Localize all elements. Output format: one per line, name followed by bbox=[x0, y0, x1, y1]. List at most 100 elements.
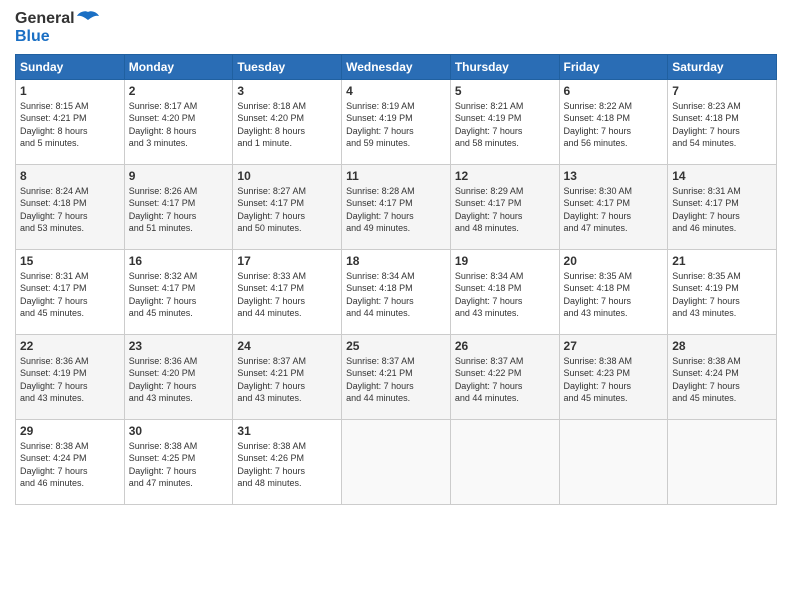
cell-content: Sunrise: 8:36 AMSunset: 4:19 PMDaylight:… bbox=[20, 355, 120, 405]
cell-content: Sunrise: 8:30 AMSunset: 4:17 PMDaylight:… bbox=[564, 185, 664, 235]
cell-content: Sunrise: 8:19 AMSunset: 4:19 PMDaylight:… bbox=[346, 100, 446, 150]
cell-content: Sunrise: 8:22 AMSunset: 4:18 PMDaylight:… bbox=[564, 100, 664, 150]
day-number: 13 bbox=[564, 169, 664, 183]
day-number: 21 bbox=[672, 254, 772, 268]
calendar-cell: 18 Sunrise: 8:34 AMSunset: 4:18 PMDayligh… bbox=[342, 249, 451, 334]
cell-content: Sunrise: 8:28 AMSunset: 4:17 PMDaylight:… bbox=[346, 185, 446, 235]
day-number: 9 bbox=[129, 169, 229, 183]
day-number: 14 bbox=[672, 169, 772, 183]
day-number: 15 bbox=[20, 254, 120, 268]
day-number: 23 bbox=[129, 339, 229, 353]
cell-content: Sunrise: 8:38 AMSunset: 4:25 PMDaylight:… bbox=[129, 440, 229, 490]
day-number: 8 bbox=[20, 169, 120, 183]
cell-content: Sunrise: 8:35 AMSunset: 4:19 PMDaylight:… bbox=[672, 270, 772, 320]
logo: General Blue bbox=[15, 10, 99, 46]
calendar-cell: 29 Sunrise: 8:38 AMSunset: 4:24 PMDayligh… bbox=[16, 419, 125, 504]
calendar-cell: 20 Sunrise: 8:35 AMSunset: 4:18 PMDayligh… bbox=[559, 249, 668, 334]
cell-content: Sunrise: 8:31 AMSunset: 4:17 PMDaylight:… bbox=[20, 270, 120, 320]
calendar-cell: 21 Sunrise: 8:35 AMSunset: 4:19 PMDayligh… bbox=[668, 249, 777, 334]
day-number: 30 bbox=[129, 424, 229, 438]
calendar-cell: 26Sunrise: 8:37 AMSunset: 4:22 PMDayligh… bbox=[450, 334, 559, 419]
column-header-sunday: Sunday bbox=[16, 54, 125, 79]
day-number: 22 bbox=[20, 339, 120, 353]
logo-general: General bbox=[15, 10, 75, 28]
day-number: 3 bbox=[237, 84, 337, 98]
day-number: 10 bbox=[237, 169, 337, 183]
calendar-cell: 5 Sunrise: 8:21 AMSunset: 4:19 PMDaylight… bbox=[450, 79, 559, 164]
calendar-cell: 9 Sunrise: 8:26 AMSunset: 4:17 PMDaylight… bbox=[124, 164, 233, 249]
day-number: 19 bbox=[455, 254, 555, 268]
day-number: 25 bbox=[346, 339, 446, 353]
week-row-2: 8 Sunrise: 8:24 AMSunset: 4:18 PMDaylight… bbox=[16, 164, 777, 249]
column-header-monday: Monday bbox=[124, 54, 233, 79]
day-number: 4 bbox=[346, 84, 446, 98]
header-row: SundayMondayTuesdayWednesdayThursdayFrid… bbox=[16, 54, 777, 79]
day-number: 29 bbox=[20, 424, 120, 438]
cell-content: Sunrise: 8:31 AMSunset: 4:17 PMDaylight:… bbox=[672, 185, 772, 235]
day-number: 20 bbox=[564, 254, 664, 268]
cell-content: Sunrise: 8:17 AMSunset: 4:20 PMDaylight:… bbox=[129, 100, 229, 150]
day-number: 1 bbox=[20, 84, 120, 98]
column-header-thursday: Thursday bbox=[450, 54, 559, 79]
day-number: 11 bbox=[346, 169, 446, 183]
day-number: 18 bbox=[346, 254, 446, 268]
calendar-cell: 30 Sunrise: 8:38 AMSunset: 4:25 PMDayligh… bbox=[124, 419, 233, 504]
day-number: 7 bbox=[672, 84, 772, 98]
week-row-5: 29 Sunrise: 8:38 AMSunset: 4:24 PMDayligh… bbox=[16, 419, 777, 504]
cell-content: Sunrise: 8:38 AMSunset: 4:26 PMDaylight:… bbox=[237, 440, 337, 490]
page-header: General Blue bbox=[15, 10, 777, 46]
calendar-cell: 7Sunrise: 8:23 AMSunset: 4:18 PMDaylight… bbox=[668, 79, 777, 164]
cell-content: Sunrise: 8:15 AMSunset: 4:21 PMDaylight:… bbox=[20, 100, 120, 150]
cell-content: Sunrise: 8:36 AMSunset: 4:20 PMDaylight:… bbox=[129, 355, 229, 405]
calendar-cell bbox=[450, 419, 559, 504]
calendar-cell: 14 Sunrise: 8:31 AMSunset: 4:17 PMDayligh… bbox=[668, 164, 777, 249]
calendar-cell: 4 Sunrise: 8:19 AMSunset: 4:19 PMDaylight… bbox=[342, 79, 451, 164]
calendar-cell: 27 Sunrise: 8:38 AMSunset: 4:23 PMDayligh… bbox=[559, 334, 668, 419]
day-number: 6 bbox=[564, 84, 664, 98]
calendar-cell: 16Sunrise: 8:32 AMSunset: 4:17 PMDayligh… bbox=[124, 249, 233, 334]
column-header-saturday: Saturday bbox=[668, 54, 777, 79]
calendar-cell: 17Sunrise: 8:33 AMSunset: 4:17 PMDayligh… bbox=[233, 249, 342, 334]
calendar-cell: 1 Sunrise: 8:15 AMSunset: 4:21 PMDaylight… bbox=[16, 79, 125, 164]
calendar-cell bbox=[342, 419, 451, 504]
calendar-cell: 23 Sunrise: 8:36 AMSunset: 4:20 PMDayligh… bbox=[124, 334, 233, 419]
cell-content: Sunrise: 8:38 AMSunset: 4:23 PMDaylight:… bbox=[564, 355, 664, 405]
cell-content: Sunrise: 8:37 AMSunset: 4:21 PMDaylight:… bbox=[237, 355, 337, 405]
day-number: 28 bbox=[672, 339, 772, 353]
calendar-table: SundayMondayTuesdayWednesdayThursdayFrid… bbox=[15, 54, 777, 505]
cell-content: Sunrise: 8:37 AMSunset: 4:21 PMDaylight:… bbox=[346, 355, 446, 405]
calendar-cell: 25 Sunrise: 8:37 AMSunset: 4:21 PMDayligh… bbox=[342, 334, 451, 419]
day-number: 12 bbox=[455, 169, 555, 183]
week-row-1: 1 Sunrise: 8:15 AMSunset: 4:21 PMDaylight… bbox=[16, 79, 777, 164]
day-number: 17 bbox=[237, 254, 337, 268]
day-number: 5 bbox=[455, 84, 555, 98]
cell-content: Sunrise: 8:38 AMSunset: 4:24 PMDaylight:… bbox=[20, 440, 120, 490]
calendar-cell: 28Sunrise: 8:38 AMSunset: 4:24 PMDayligh… bbox=[668, 334, 777, 419]
calendar-cell: 13 Sunrise: 8:30 AMSunset: 4:17 PMDayligh… bbox=[559, 164, 668, 249]
cell-content: Sunrise: 8:24 AMSunset: 4:18 PMDaylight:… bbox=[20, 185, 120, 235]
calendar-cell: 24 Sunrise: 8:37 AMSunset: 4:21 PMDayligh… bbox=[233, 334, 342, 419]
day-number: 2 bbox=[129, 84, 229, 98]
cell-content: Sunrise: 8:32 AMSunset: 4:17 PMDaylight:… bbox=[129, 270, 229, 320]
cell-content: Sunrise: 8:34 AMSunset: 4:18 PMDaylight:… bbox=[346, 270, 446, 320]
cell-content: Sunrise: 8:21 AMSunset: 4:19 PMDaylight:… bbox=[455, 100, 555, 150]
calendar-cell bbox=[559, 419, 668, 504]
day-number: 24 bbox=[237, 339, 337, 353]
calendar-cell: 31 Sunrise: 8:38 AMSunset: 4:26 PMDayligh… bbox=[233, 419, 342, 504]
column-header-friday: Friday bbox=[559, 54, 668, 79]
day-number: 26 bbox=[455, 339, 555, 353]
calendar-cell: 2 Sunrise: 8:17 AMSunset: 4:20 PMDaylight… bbox=[124, 79, 233, 164]
cell-content: Sunrise: 8:26 AMSunset: 4:17 PMDaylight:… bbox=[129, 185, 229, 235]
calendar-cell: 11 Sunrise: 8:28 AMSunset: 4:17 PMDayligh… bbox=[342, 164, 451, 249]
calendar-cell: 3 Sunrise: 8:18 AMSunset: 4:20 PMDaylight… bbox=[233, 79, 342, 164]
cell-content: Sunrise: 8:18 AMSunset: 4:20 PMDaylight:… bbox=[237, 100, 337, 150]
day-number: 27 bbox=[564, 339, 664, 353]
day-number: 31 bbox=[237, 424, 337, 438]
calendar-cell: 22 Sunrise: 8:36 AMSunset: 4:19 PMDayligh… bbox=[16, 334, 125, 419]
cell-content: Sunrise: 8:34 AMSunset: 4:18 PMDaylight:… bbox=[455, 270, 555, 320]
calendar-cell bbox=[668, 419, 777, 504]
cell-content: Sunrise: 8:35 AMSunset: 4:18 PMDaylight:… bbox=[564, 270, 664, 320]
week-row-3: 15 Sunrise: 8:31 AMSunset: 4:17 PMDayligh… bbox=[16, 249, 777, 334]
calendar-cell: 6 Sunrise: 8:22 AMSunset: 4:18 PMDaylight… bbox=[559, 79, 668, 164]
column-header-wednesday: Wednesday bbox=[342, 54, 451, 79]
